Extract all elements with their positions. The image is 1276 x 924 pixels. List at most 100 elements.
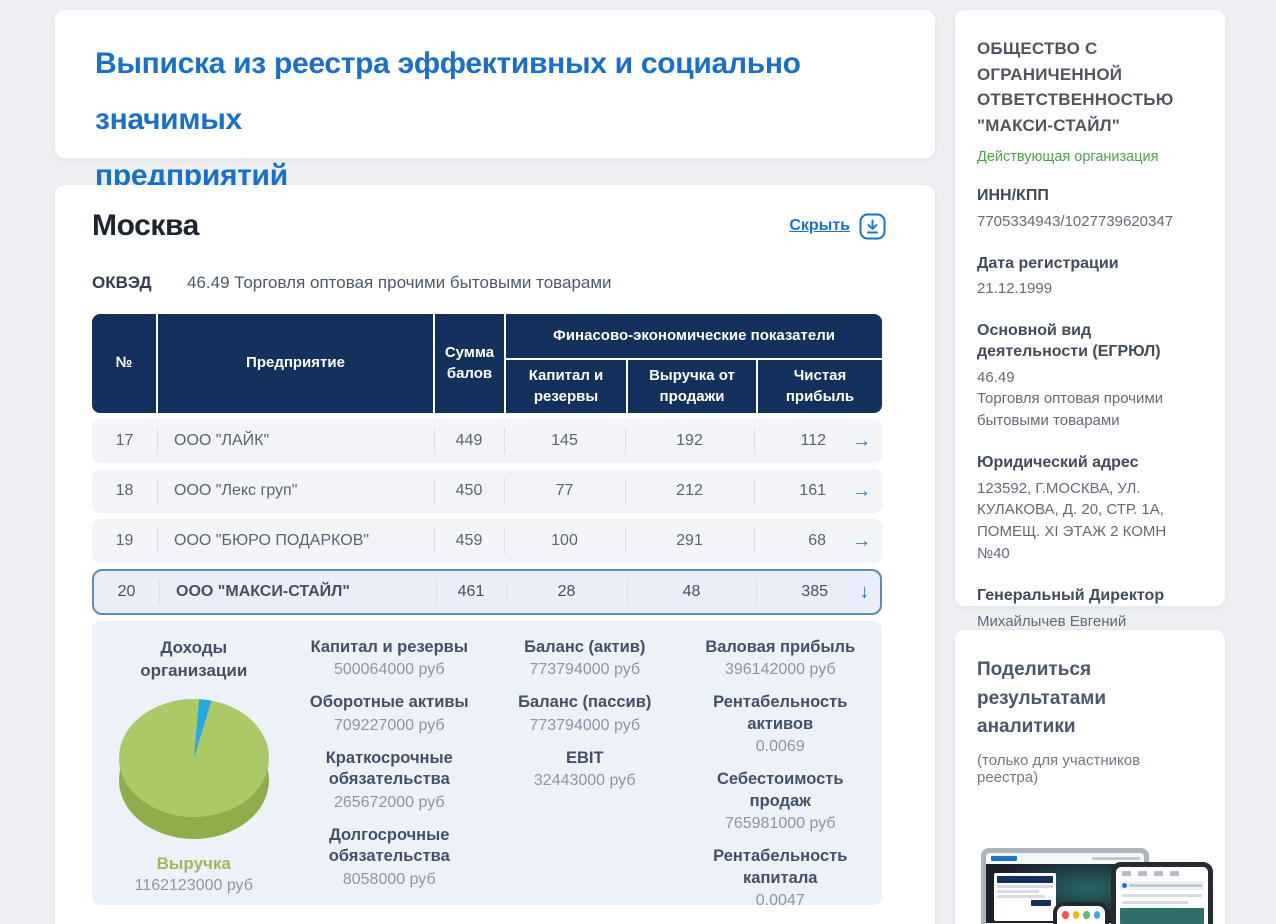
metric-label: Баланс (пассив) <box>497 692 673 713</box>
metric-label: Валовая прибыль <box>693 637 869 658</box>
metric: EBIT 32443000 руб <box>497 748 673 790</box>
company-info-card: ОБЩЕСТВО С ОГРАНИЧЕННОЙ ОТВЕТСТВЕННОСТЬЮ… <box>955 10 1225 606</box>
company-status-badge: Действующая организация <box>977 149 1203 165</box>
share-subtitle: (только для участников реестра) <box>977 752 1203 786</box>
info-value: 123592, Г.МОСКВА, УЛ. КУЛАКОВА, Д. 20, С… <box>977 478 1203 565</box>
metric: Баланс (актив) 773794000 руб <box>497 637 673 679</box>
region-card: Москва Скрыть ОКВЭД 46.49 Торговля оптов… <box>55 185 935 924</box>
row-num: 19 <box>92 519 157 563</box>
row-company: ООО "БЮРО ПОДАРКОВ" <box>157 519 434 563</box>
legend-revenue-value: 1162123000 руб <box>106 877 282 895</box>
income-pie-chart <box>119 699 269 841</box>
metric-value: 396142000 руб <box>693 661 869 679</box>
metric-value: 773794000 руб <box>497 661 673 679</box>
col-header-profit: Чистая прибыль <box>758 360 882 413</box>
metric: Баланс (пассив) 773794000 руб <box>497 692 673 734</box>
metric: Оборотные активы 709227000 руб <box>302 692 478 734</box>
row-score: 450 <box>434 469 504 513</box>
pie-chart-top <box>119 699 269 817</box>
table-row[interactable]: 17 ООО "ЛАЙК" 449 145 192 112 → <box>92 419 882 463</box>
table-row-selected[interactable]: 20 ООО "МАКСИ-СТАЙЛ" 461 28 48 385 ↓ <box>92 569 882 615</box>
page: Выписка из реестра эффективных и социаль… <box>0 0 1276 924</box>
region-title: Москва <box>92 209 199 243</box>
info-label: Генеральный Директор <box>977 586 1203 607</box>
metric-value: 709227000 руб <box>302 717 478 735</box>
row-revenue: 212 <box>625 469 754 513</box>
income-column: Доходы организации Выручка 1162123000 ру… <box>96 637 292 905</box>
metric-value: 265672000 руб <box>302 794 478 812</box>
row-capital: 145 <box>504 419 625 463</box>
income-chart-title: Доходы организации <box>106 637 282 683</box>
row-company: ООО "Лекс груп" <box>157 469 434 513</box>
hide-section-button[interactable]: Скрыть <box>789 213 886 240</box>
companies-table: № Предприятие Сумма балов Финасово-эконо… <box>92 314 882 615</box>
metric-value: 8058000 руб <box>302 871 478 889</box>
metrics-column: Капитал и резервы 500064000 руб Оборотны… <box>292 637 488 905</box>
info-value: 21.12.1999 <box>977 278 1203 300</box>
row-score: 459 <box>434 519 504 563</box>
metric: Рентабельность активов 0.0069 <box>693 692 869 756</box>
info-label: Юридический адрес <box>977 453 1203 474</box>
metric-label: Краткосрочные обязательства <box>302 748 478 791</box>
title-card: Выписка из реестра эффективных и социаль… <box>55 10 935 158</box>
metric-label: Баланс (актив) <box>497 637 673 658</box>
row-num: 17 <box>92 419 157 463</box>
row-score: 449 <box>434 419 504 463</box>
expand-row-icon[interactable]: → <box>852 432 871 451</box>
row-company: ООО "МАКСИ-СТАЙЛ" <box>159 571 436 613</box>
row-company: ООО "ЛАЙК" <box>157 419 434 463</box>
collapse-row-icon[interactable]: ↓ <box>860 583 870 602</box>
metric: Валовая прибыль 396142000 руб <box>693 637 869 679</box>
metric: Краткосрочные обязательства 265672000 ру… <box>302 748 478 812</box>
metric-value: 32443000 руб <box>497 772 673 790</box>
okved-value: 46.49 Торговля оптовая прочими бытовыми … <box>187 273 612 293</box>
legend-revenue-label: Выручка <box>106 853 282 875</box>
row-revenue: 192 <box>625 419 754 463</box>
metric-value: 500064000 руб <box>302 661 478 679</box>
row-num: 20 <box>94 571 159 613</box>
col-header-score: Сумма балов <box>435 314 504 413</box>
info-field: ИНН/КПП 7705334943/1027739620347 <box>977 186 1203 233</box>
page-title: Выписка из реестра эффективных и социаль… <box>95 36 895 204</box>
share-analytics-card[interactable]: Поделиться результатами аналитики (тольк… <box>955 630 1225 924</box>
company-name: ОБЩЕСТВО С ОГРАНИЧЕННОЙ ОТВЕТСТВЕННОСТЬЮ… <box>977 36 1203 138</box>
table-row[interactable]: 19 ООО "БЮРО ПОДАРКОВ" 459 100 291 68 → <box>92 519 882 563</box>
metric-label: Рентабельность активов <box>693 692 869 735</box>
info-label: Основной вид деятельности (ЕГРЮЛ) <box>977 321 1203 363</box>
phone-mockup <box>1053 902 1109 924</box>
metrics-column: Валовая прибыль 396142000 руб Рентабельн… <box>683 637 879 905</box>
expand-row-icon[interactable]: → <box>852 532 871 551</box>
metric-value: 765981000 руб <box>693 815 869 833</box>
col-header-capital: Капитал и резервы <box>506 360 626 413</box>
info-value: 7705334943/1027739620347 <box>977 211 1203 233</box>
info-label: Дата регистрации <box>977 254 1203 275</box>
metric-value: 773794000 руб <box>497 717 673 735</box>
devices-illustration <box>977 810 1213 924</box>
metric: Рентабельность капитала 0.0047 <box>693 846 869 905</box>
info-field: Дата регистрации 21.12.1999 <box>977 254 1203 301</box>
hide-link[interactable]: Скрыть <box>789 217 850 235</box>
metric-label: Капитал и резервы <box>302 637 478 658</box>
info-field: Юридический адрес 123592, Г.МОСКВА, УЛ. … <box>977 453 1203 565</box>
row-capital: 28 <box>506 571 627 613</box>
metrics-column: Баланс (актив) 773794000 руб Баланс (пас… <box>487 637 683 905</box>
row-capital: 77 <box>504 469 625 513</box>
metric-value: 0.0047 <box>693 892 869 905</box>
row-score: 461 <box>436 571 506 613</box>
col-header-num: № <box>92 314 156 413</box>
row-revenue: 48 <box>627 571 756 613</box>
col-header-revenue: Выручка от продажи <box>628 360 756 413</box>
col-header-financial-group: Финасово-экономические показатели <box>506 314 882 358</box>
info-value: 46.49 Торговля оптовая прочими бытовыми … <box>977 367 1203 432</box>
expand-row-icon[interactable]: → <box>852 482 871 501</box>
metric-label: Себестоимость продаж <box>693 769 869 812</box>
share-title: Поделиться результатами аналитики <box>977 656 1203 742</box>
metric-label: Долгосрочные обязательства <box>302 825 478 868</box>
collapse-arrow-icon[interactable] <box>859 213 886 240</box>
table-row[interactable]: 18 ООО "Лекс груп" 450 77 212 161 → <box>92 469 882 513</box>
tablet-mockup <box>1111 862 1213 924</box>
metric: Себестоимость продаж 765981000 руб <box>693 769 869 833</box>
info-field: Основной вид деятельности (ЕГРЮЛ) 46.49 … <box>977 321 1203 432</box>
okved-label: ОКВЭД <box>92 273 187 293</box>
info-label: ИНН/КПП <box>977 186 1203 207</box>
